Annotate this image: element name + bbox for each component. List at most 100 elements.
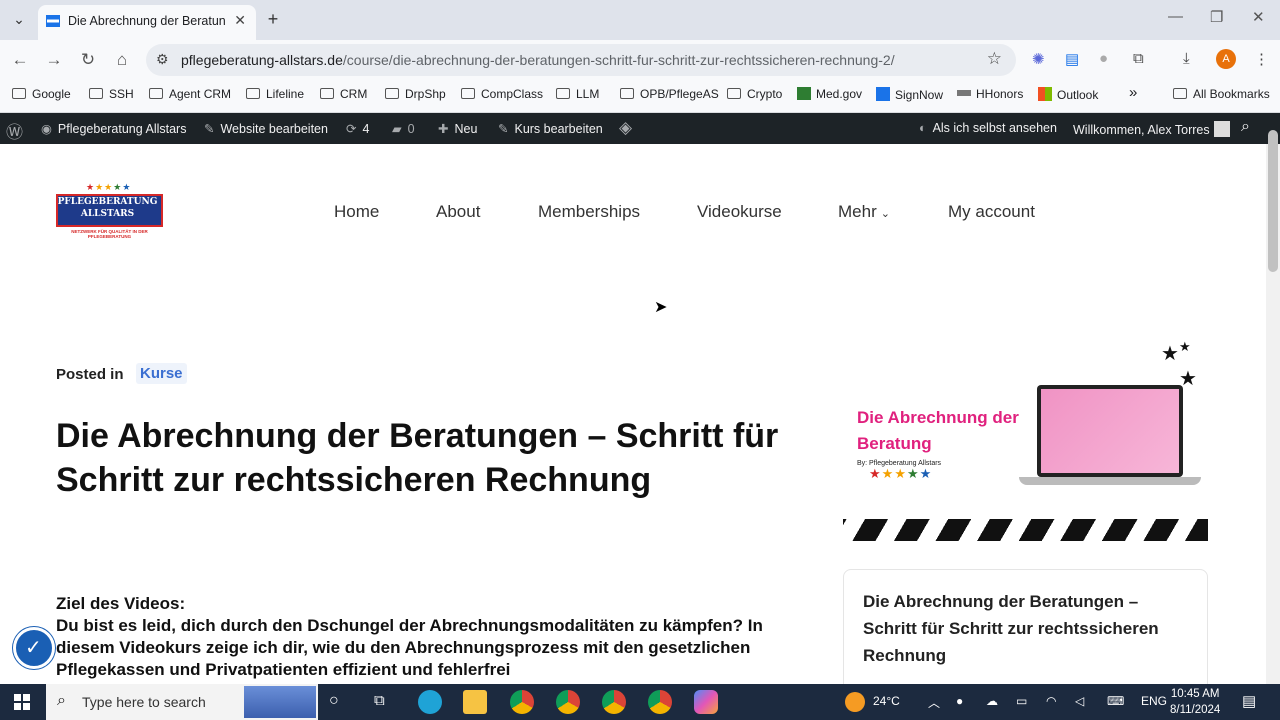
bookmark-item[interactable]: Outlook bbox=[1038, 87, 1098, 102]
wp-admin-bar: Ⓦ ◉ Pflegeberatung Allstars ✎ Website bear… bbox=[0, 113, 1280, 250]
course-thumbnail: ★★ ★ Die Abrechnung der Beratung By: Pfle… bbox=[843, 339, 1208, 544]
hhonors-icon bbox=[957, 90, 971, 96]
bookmark-item[interactable]: DrpShp bbox=[385, 87, 446, 101]
sidebar-course-card[interactable]: Die Abrechnung der Beratungen – Schritt … bbox=[843, 569, 1208, 684]
updates-link[interactable]: ⟳ 4 bbox=[346, 121, 369, 136]
view-as-label: Als ich selbst ansehen bbox=[932, 121, 1057, 135]
taskbar-search-box[interactable]: ⌕ Type here to search bbox=[46, 684, 318, 720]
wordpress-logo-icon[interactable]: Ⓦ bbox=[6, 118, 23, 143]
bookmark-item[interactable]: Google bbox=[12, 87, 71, 101]
tray-expand-icon[interactable]: ︿ bbox=[928, 694, 940, 711]
chrome-profile-icon[interactable] bbox=[602, 690, 626, 714]
page-scrollbar-thumb[interactable] bbox=[1268, 130, 1278, 272]
tab-favicon-icon bbox=[46, 15, 60, 27]
all-bookmarks-button[interactable]: All Bookmarks bbox=[1173, 87, 1270, 101]
folder-icon bbox=[1173, 88, 1187, 99]
bookmarks-overflow-button[interactable]: » bbox=[1129, 84, 1137, 101]
weather-icon[interactable] bbox=[845, 692, 865, 712]
bookmark-item[interactable]: OPB/PflegeAS bbox=[620, 87, 719, 101]
extension-icon[interactable]: ✺ bbox=[1032, 50, 1045, 68]
onedrive-icon[interactable]: ☁ bbox=[986, 694, 998, 708]
comments-link[interactable]: ▰ 0 bbox=[392, 121, 415, 136]
weather-temp[interactable]: 24°C bbox=[873, 694, 900, 708]
active-tab[interactable]: Die Abrechnung der Beratunge ✕ bbox=[38, 5, 256, 40]
profile-avatar[interactable]: A bbox=[1216, 49, 1236, 69]
copilot-icon[interactable] bbox=[694, 690, 718, 714]
admin-site-link[interactable]: ◉ Pflegeberatung Allstars bbox=[41, 121, 186, 136]
search-highlight-image bbox=[244, 686, 316, 718]
bookmark-label: CRM bbox=[340, 87, 368, 101]
plus-icon: ✚ bbox=[438, 122, 449, 136]
bookmark-item[interactable]: HHonors bbox=[957, 87, 1023, 101]
taskbar-clock[interactable]: 10:45 AM 8/11/2024 bbox=[1170, 686, 1220, 718]
url-text: pflegeberatung-allstars.de/course/die-ab… bbox=[181, 52, 895, 68]
home-icon[interactable]: ⌂ bbox=[111, 50, 133, 70]
bookmark-item[interactable]: Med.gov bbox=[797, 87, 862, 101]
keyboard-icon[interactable]: ⌨ bbox=[1107, 694, 1124, 708]
view-as-self-link[interactable]: ◐ Als ich selbst ansehen bbox=[919, 121, 1057, 135]
translate-extension-icon[interactable]: ▤ bbox=[1065, 50, 1079, 68]
edit-site-link[interactable]: ✎ Website bearbeiten bbox=[204, 121, 328, 136]
reload-icon[interactable]: ↻ bbox=[77, 50, 99, 70]
bookmark-item[interactable]: CompClass bbox=[461, 87, 543, 101]
window-close-icon[interactable]: ✕ bbox=[1252, 8, 1265, 26]
input-language[interactable]: ENG bbox=[1141, 694, 1167, 708]
nav-about[interactable]: About bbox=[436, 202, 480, 222]
battery-icon[interactable]: ▭ bbox=[1016, 694, 1027, 708]
browser-tab-strip: ⌄ Die Abrechnung der Beratunge ✕ + — ❐ ✕ bbox=[0, 0, 1280, 40]
search-icon: ⌕ bbox=[57, 692, 66, 709]
bookmark-star-icon[interactable]: ☆ bbox=[987, 49, 1002, 69]
restore-icon[interactable]: ❐ bbox=[1210, 8, 1223, 26]
windows-start-icon[interactable] bbox=[14, 694, 30, 710]
new-content-link[interactable]: ✚ Neu bbox=[438, 121, 477, 136]
edge-icon[interactable] bbox=[418, 690, 442, 714]
account-link[interactable]: Willkommen, Alex Torres bbox=[1073, 121, 1230, 137]
task-view-icon[interactable]: ⧉ bbox=[374, 692, 385, 709]
bookmark-item[interactable]: Agent CRM bbox=[149, 87, 231, 101]
bookmark-item[interactable]: LLM bbox=[556, 87, 599, 101]
extension-disabled-icon[interactable]: ● bbox=[1099, 50, 1108, 67]
diamond-plugin-icon[interactable]: ◈ bbox=[619, 118, 632, 138]
accessibility-button[interactable]: ✓ bbox=[13, 627, 55, 669]
category-link[interactable]: Kurse bbox=[136, 363, 187, 384]
extensions-puzzle-icon[interactable]: ⧉ bbox=[1133, 50, 1144, 67]
bookmark-item[interactable]: SSH bbox=[89, 87, 134, 101]
nav-videokurse[interactable]: Videokurse bbox=[697, 202, 782, 222]
bookmark-item[interactable]: CRM bbox=[320, 87, 367, 101]
volume-icon[interactable]: ◁ bbox=[1075, 694, 1084, 708]
tray-chrome-icon[interactable]: ● bbox=[956, 694, 963, 708]
comment-icon: ▰ bbox=[392, 122, 402, 136]
logo-line-1: PFLEGEBERATUNG bbox=[57, 197, 158, 207]
wifi-icon[interactable]: ◠ bbox=[1046, 694, 1056, 708]
downloads-icon[interactable]: ⤓ bbox=[1183, 50, 1190, 67]
chrome-profile-icon[interactable] bbox=[648, 690, 672, 714]
page-content: ★★★★★ PFLEGEBERATUNG ALLSTARS NETZWERK FÜ… bbox=[0, 144, 1266, 684]
back-icon[interactable]: ← bbox=[9, 50, 31, 70]
nav-memberships[interactable]: Memberships bbox=[538, 202, 640, 222]
edit-course-link[interactable]: ✎ Kurs bearbeiten bbox=[498, 121, 603, 136]
file-explorer-icon[interactable] bbox=[463, 690, 487, 714]
minimize-icon[interactable]: — bbox=[1168, 8, 1183, 25]
notifications-icon[interactable]: ▤ bbox=[1242, 692, 1256, 710]
browser-toolbar: ← → ↻ ⌂ ⚙ pflegeberatung-allstars.de/cou… bbox=[0, 40, 1280, 80]
cortana-icon[interactable]: ○ bbox=[329, 692, 339, 710]
nav-my-account[interactable]: My account bbox=[948, 202, 1035, 222]
address-bar[interactable]: ⚙ pflegeberatung-allstars.de/course/die-… bbox=[146, 44, 1016, 76]
nav-mehr[interactable]: Mehr ⌄ bbox=[838, 202, 890, 222]
tab-close-icon[interactable]: ✕ bbox=[234, 12, 246, 29]
bookmark-item[interactable]: Crypto bbox=[727, 87, 782, 101]
nav-home[interactable]: Home bbox=[334, 202, 379, 222]
new-tab-button[interactable]: + bbox=[262, 8, 284, 30]
folder-icon bbox=[556, 88, 570, 99]
nav-mehr-label: Mehr bbox=[838, 202, 877, 221]
chrome-profile-icon[interactable] bbox=[556, 690, 580, 714]
admin-search-icon[interactable]: ⌕ bbox=[1241, 118, 1250, 136]
site-logo[interactable]: ★★★★★ PFLEGEBERATUNG ALLSTARS NETZWERK FÜ… bbox=[56, 182, 163, 244]
tab-search-button[interactable]: ⌄ bbox=[8, 8, 30, 30]
site-info-icon[interactable]: ⚙ bbox=[156, 51, 169, 68]
chrome-profile-icon[interactable] bbox=[510, 690, 534, 714]
forward-icon[interactable]: → bbox=[43, 50, 65, 70]
menu-icon[interactable]: ⋮ bbox=[1254, 50, 1269, 68]
bookmark-item[interactable]: Lifeline bbox=[246, 87, 304, 101]
bookmark-item[interactable]: SignNow bbox=[876, 87, 943, 102]
